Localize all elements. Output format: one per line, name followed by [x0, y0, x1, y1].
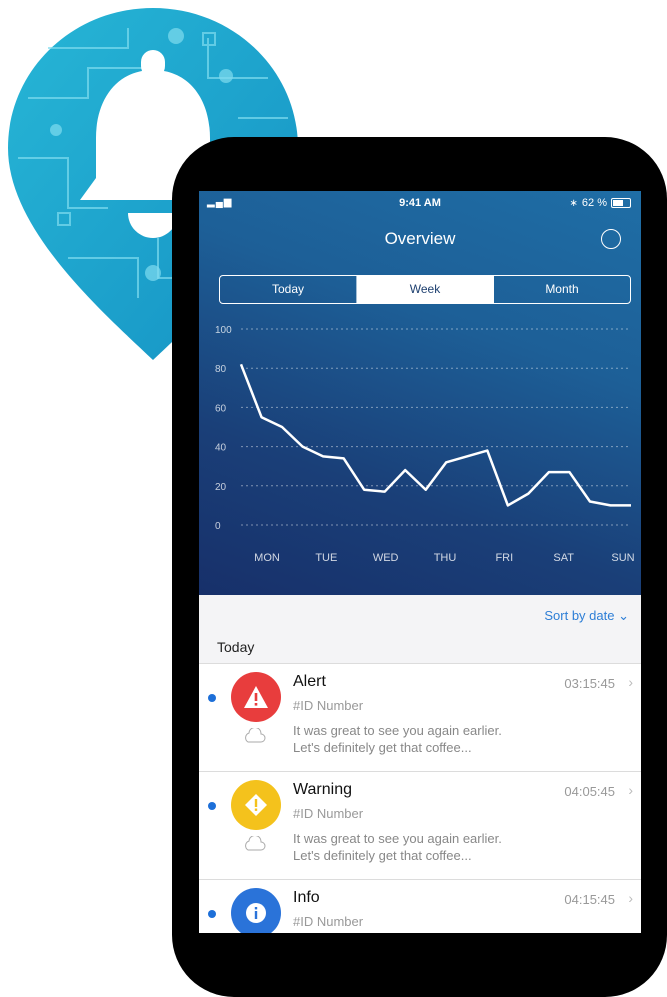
segment-month[interactable]: Month [494, 276, 630, 303]
app-screen: ▂▄▆ 9:41 AM ∗ 62 % Overview Today Week M… [199, 191, 641, 933]
y-tick-label: 40 [215, 443, 227, 454]
y-tick-label: 100 [215, 325, 232, 336]
chevron-right-icon: › [628, 890, 633, 906]
y-tick-label: 0 [215, 521, 221, 532]
y-tick-label: 80 [215, 364, 227, 375]
period-segmented-control: Today Week Month [219, 275, 631, 304]
item-id: #ID Number [293, 698, 364, 713]
x-tick-label: THU [434, 552, 457, 564]
status-bar: ▂▄▆ 9:41 AM ∗ 62 % [199, 191, 641, 215]
profile-circle-icon[interactable] [601, 229, 621, 249]
unread-dot-icon [208, 694, 216, 702]
item-message-line2: Let's definitely get that coffee... [293, 740, 472, 755]
item-message-line2: Let's definitely get that coffee... [293, 848, 472, 863]
item-id: #ID Number [293, 914, 364, 929]
x-tick-label: WED [373, 552, 399, 564]
segment-today[interactable]: Today [220, 276, 357, 303]
item-id: #ID Number [293, 806, 364, 821]
x-tick-label: SUN [611, 552, 634, 564]
page-title: Overview [384, 229, 456, 248]
chevron-right-icon: › [628, 782, 633, 798]
sort-bar: Sort by date ⌄ [199, 595, 641, 635]
y-tick-label: 20 [215, 482, 227, 493]
item-title: Alert [293, 673, 326, 690]
item-message: It was great to see you again earlier. L… [293, 830, 593, 864]
item-message-line1: It was great to see you again earlier. [293, 723, 502, 738]
item-time: 03:15:45 [564, 676, 615, 691]
chevron-right-icon: › [628, 674, 633, 690]
x-tick-label: SAT [553, 552, 574, 564]
item-title: Info [293, 889, 320, 906]
unread-dot-icon [208, 802, 216, 810]
item-time: 04:05:45 [564, 784, 615, 799]
sort-label: Sort by date [544, 608, 615, 623]
item-message-line1: It was great to see you again earlier. [293, 831, 502, 846]
segment-week[interactable]: Week [357, 276, 494, 303]
info-icon [231, 888, 281, 933]
battery-icon [611, 198, 631, 208]
battery-indicator: ∗ 62 % [570, 197, 631, 209]
sort-by-date-button[interactable]: Sort by date ⌄ [544, 608, 629, 624]
list-item[interactable]: Alert 03:15:45 › #ID Number It was great… [199, 664, 641, 772]
list-item[interactable]: Warning 04:05:45 › #ID Number It was gre… [199, 772, 641, 880]
list-item[interactable]: Info 04:15:45 › #ID Number [199, 880, 641, 933]
x-tick-label: FRI [495, 552, 513, 564]
chevron-down-icon: ⌄ [618, 608, 629, 623]
section-header-today: Today [199, 635, 641, 664]
item-time: 04:15:45 [564, 892, 615, 907]
unread-dot-icon [208, 910, 216, 918]
bluetooth-icon: ∗ [569, 197, 578, 209]
notification-list: Alert 03:15:45 › #ID Number It was great… [199, 664, 641, 933]
y-tick-label: 60 [215, 403, 227, 414]
item-message: It was great to see you again earlier. L… [293, 722, 593, 756]
x-tick-label: TUE [315, 552, 337, 564]
cloud-icon [245, 836, 266, 851]
x-tick-label: MON [254, 552, 280, 564]
section-label: Today [217, 639, 255, 655]
item-title: Warning [293, 781, 352, 798]
weekly-line-chart: 0 20 40 60 80 100 MON TUE WED THU FRI SAT SUN [215, 325, 635, 564]
series-line [239, 363, 631, 507]
battery-percent: 62 % [581, 197, 607, 209]
alert-triangle-icon [231, 672, 281, 722]
overview-header: ▂▄▆ 9:41 AM ∗ 62 % Overview Today Week M… [199, 191, 641, 595]
cloud-icon [245, 728, 266, 743]
warning-diamond-icon [231, 780, 281, 830]
